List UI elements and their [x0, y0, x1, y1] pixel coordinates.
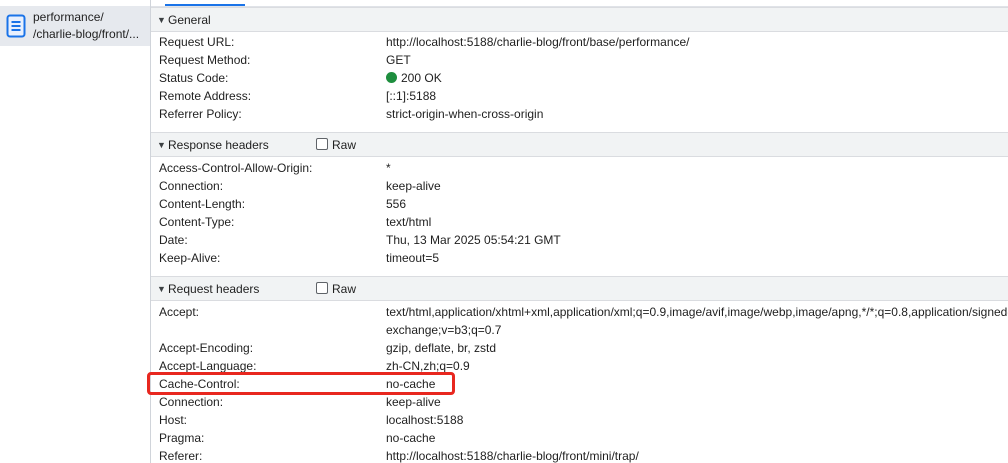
- header-value: gzip, deflate, br, zstd: [386, 341, 497, 355]
- header-key: Content-Type:: [159, 215, 235, 229]
- header-key: Referer:: [159, 449, 203, 463]
- general-section-title: General: [168, 12, 211, 27]
- header-value: keep-alive: [386, 179, 441, 193]
- header-value: keep-alive: [386, 395, 441, 409]
- response-header-row: Content-Length: 556: [151, 195, 1008, 213]
- response-header-row: Content-Type: text/html: [151, 213, 1008, 231]
- header-key: Keep-Alive:: [159, 251, 221, 265]
- tab-headers-indicator: [165, 4, 245, 6]
- header-value: 556: [386, 197, 407, 211]
- header-key: Status Code:: [159, 71, 229, 85]
- request-name-line1: performance/: [33, 10, 104, 24]
- request-list-item[interactable]: performance/ /charlie-blog/front/...: [0, 6, 150, 46]
- header-key: Host:: [159, 413, 188, 427]
- header-value: *: [386, 161, 391, 175]
- header-value: http://localhost:5188/charlie-blog/front…: [386, 35, 690, 49]
- header-key: Content-Length:: [159, 197, 246, 211]
- header-key: Remote Address:: [159, 89, 252, 103]
- request-header-row: Host: localhost:5188: [151, 411, 1008, 429]
- header-value: text/html: [386, 215, 432, 229]
- header-value: timeout=5: [386, 251, 440, 265]
- request-header-row-cache-control: Cache-Control: no-cache: [151, 375, 1008, 393]
- header-key: Date:: [159, 233, 188, 247]
- request-headers-section-header[interactable]: ▼ Request headers Raw: [151, 276, 1008, 301]
- response-header-row: Access-Control-Allow-Origin: *: [151, 159, 1008, 177]
- header-key: Pragma:: [159, 431, 205, 445]
- header-value: strict-origin-when-cross-origin: [386, 107, 544, 121]
- header-value: localhost:5188: [386, 413, 464, 427]
- response-headers-title: Response headers: [168, 137, 269, 152]
- header-key: Accept-Language:: [159, 359, 257, 373]
- status-ok-dot-icon: [386, 72, 397, 83]
- raw-label[interactable]: Raw: [332, 282, 356, 296]
- header-key: Cache-Control:: [159, 377, 240, 391]
- request-header-row-accept: Accept: text/html,application/xhtml+xml,…: [151, 303, 1008, 339]
- header-value: Thu, 13 Mar 2025 05:54:21 GMT: [386, 233, 561, 247]
- request-name-line2: /charlie-blog/front/...: [33, 27, 140, 41]
- collapse-triangle-icon[interactable]: ▼: [157, 140, 166, 150]
- header-key: Referrer Policy:: [159, 107, 242, 121]
- header-key: Accept:: [159, 305, 200, 319]
- status-code-text: 200 OK: [401, 71, 442, 85]
- response-header-row: Keep-Alive: timeout=5: [151, 249, 1008, 267]
- general-row: Request URL: http://localhost:5188/charl…: [151, 33, 1008, 51]
- request-header-row: Referer: http://localhost:5188/charlie-b…: [151, 447, 1008, 463]
- header-key: Connection:: [159, 395, 224, 409]
- header-value: zh-CN,zh;q=0.9: [386, 359, 470, 373]
- request-name: performance/ /charlie-blog/front/...: [33, 9, 149, 43]
- status-code-value: 200 OK: [386, 71, 442, 85]
- request-header-row: Accept-Language: zh-CN,zh;q=0.9: [151, 357, 1008, 375]
- header-key: Request URL:: [159, 35, 235, 49]
- response-header-row: Date: Thu, 13 Mar 2025 05:54:21 GMT: [151, 231, 1008, 249]
- request-list-pane: performance/ /charlie-blog/front/...: [0, 0, 151, 463]
- general-row: Remote Address: [::1]:5188: [151, 87, 1008, 105]
- general-row: Status Code: 200 OK: [151, 69, 1008, 87]
- header-value: [::1]:5188: [386, 89, 437, 103]
- general-row: Request Method: GET: [151, 51, 1008, 69]
- raw-label[interactable]: Raw: [332, 138, 356, 152]
- header-value-line1: text/html,application/xhtml+xml,applicat…: [386, 305, 1008, 319]
- general-row: Referrer Policy: strict-origin-when-cros…: [151, 105, 1008, 123]
- header-key: Connection:: [159, 179, 224, 193]
- raw-checkbox[interactable]: [316, 282, 328, 294]
- headers-pane: ▼ General Request URL: http://localhost:…: [151, 0, 1008, 463]
- header-value-line2: exchange;v=b3;q=0.7: [386, 323, 502, 337]
- tab-strip: [151, 0, 1008, 7]
- header-value: no-cache: [386, 431, 436, 445]
- header-key: Accept-Encoding:: [159, 341, 254, 355]
- header-key: Access-Control-Allow-Origin:: [159, 161, 313, 175]
- general-section-header[interactable]: ▼ General: [151, 7, 1008, 32]
- request-headers-title: Request headers: [168, 281, 260, 296]
- document-icon: [6, 14, 26, 38]
- request-header-row: Pragma: no-cache: [151, 429, 1008, 447]
- header-value: no-cache: [386, 377, 436, 391]
- response-header-row: Connection: keep-alive: [151, 177, 1008, 195]
- header-value: GET: [386, 53, 411, 67]
- response-headers-section-header[interactable]: ▼ Response headers Raw: [151, 132, 1008, 157]
- request-header-row: Accept-Encoding: gzip, deflate, br, zstd: [151, 339, 1008, 357]
- collapse-triangle-icon[interactable]: ▼: [157, 284, 166, 294]
- raw-checkbox[interactable]: [316, 138, 328, 150]
- collapse-triangle-icon[interactable]: ▼: [157, 15, 166, 25]
- header-value: http://localhost:5188/charlie-blog/front…: [386, 449, 639, 463]
- header-key: Request Method:: [159, 53, 251, 67]
- request-header-row: Connection: keep-alive: [151, 393, 1008, 411]
